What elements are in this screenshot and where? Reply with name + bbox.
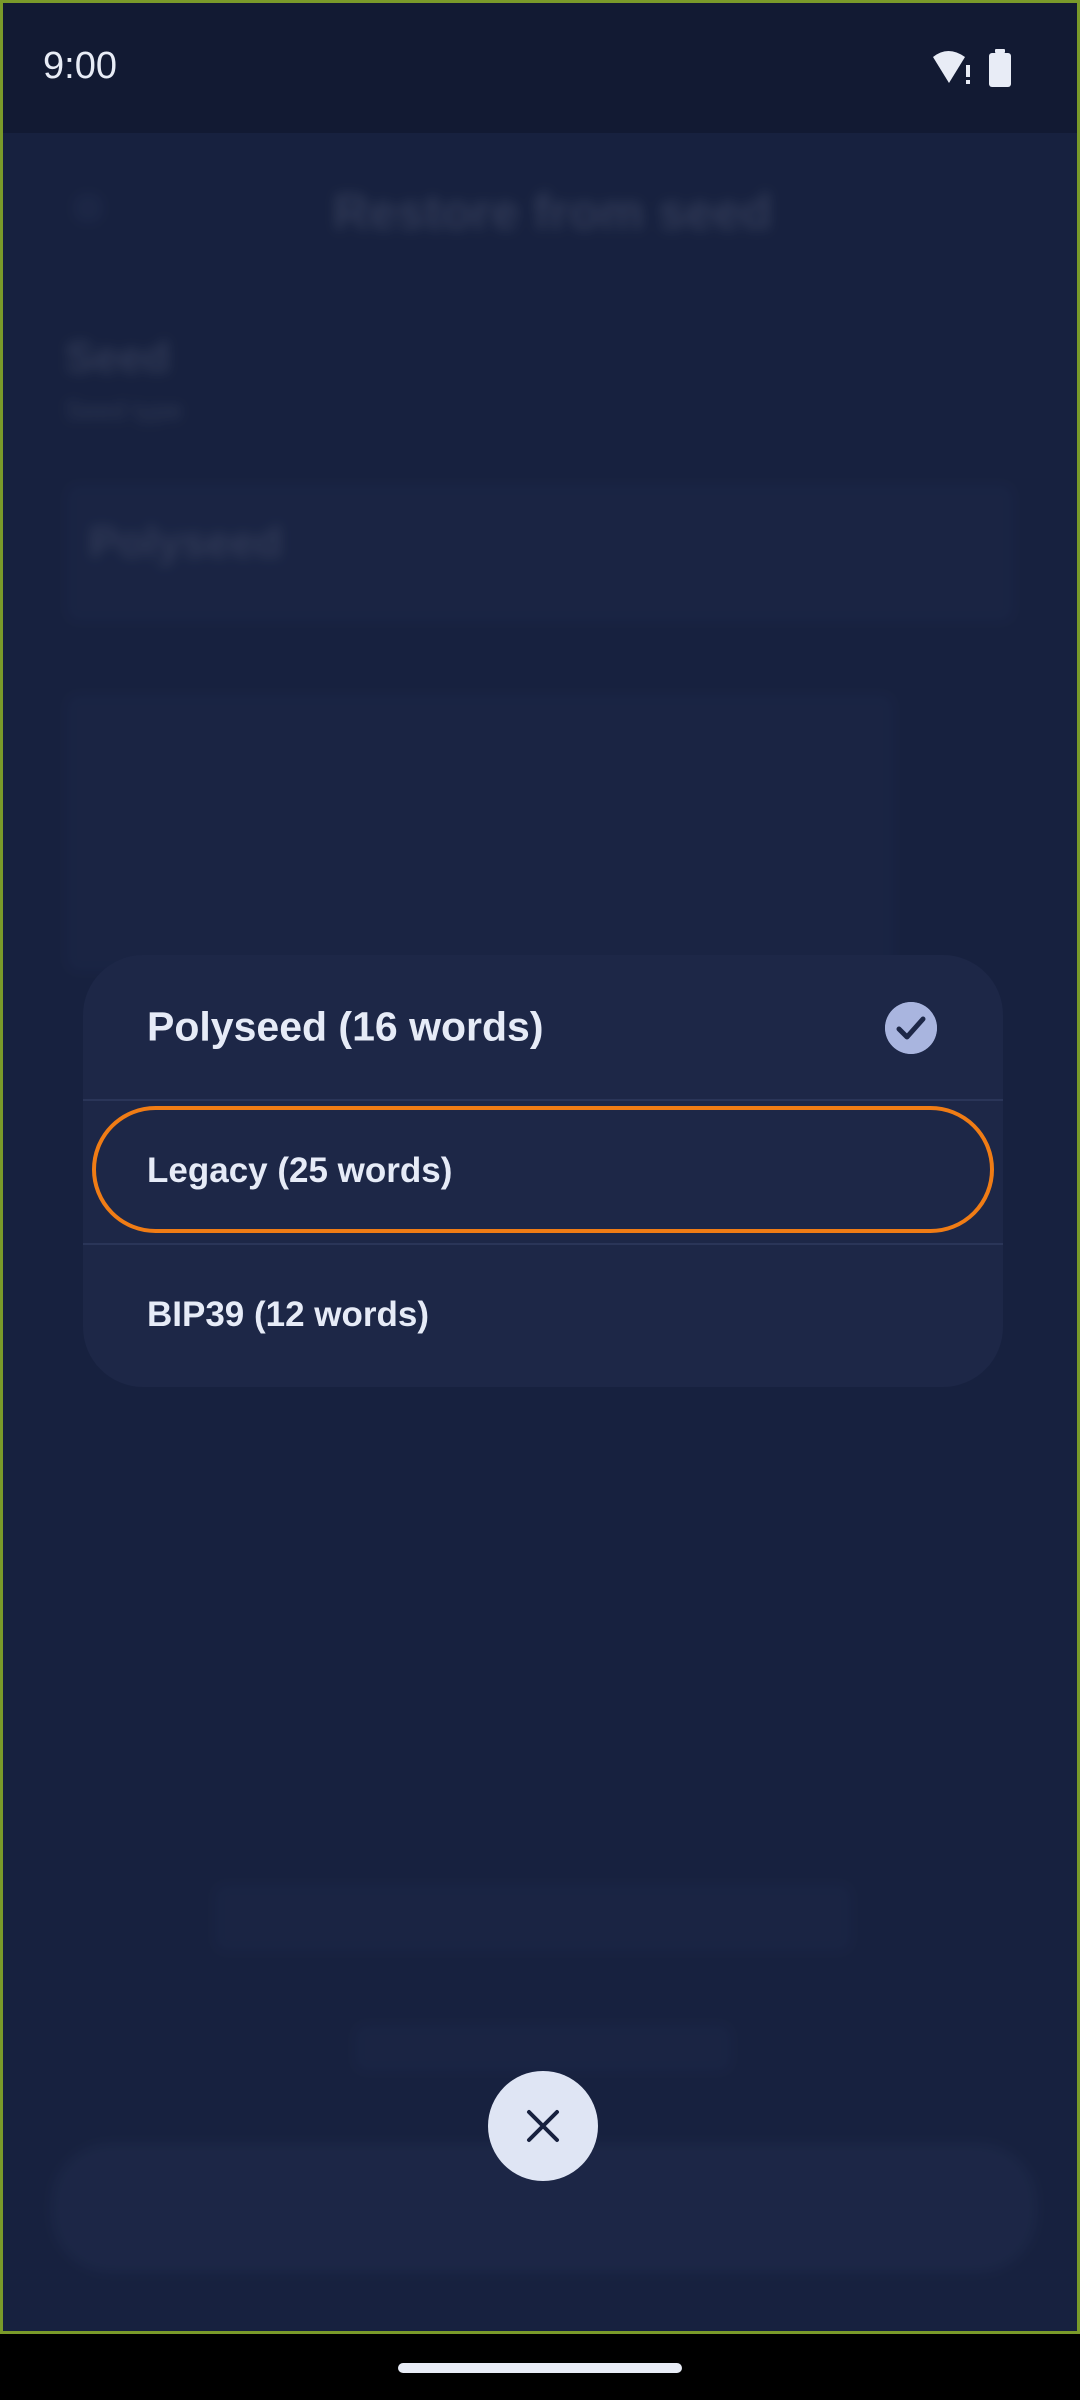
app-screen: 9:00 Restore from seed Seed Seed type Po…	[0, 0, 1080, 2334]
option-label: Legacy (25 words)	[147, 1151, 453, 1190]
close-icon	[527, 2110, 559, 2142]
option-label: Polyseed (16 words)	[147, 1003, 544, 1050]
gesture-nav-handle[interactable]	[398, 2363, 682, 2373]
option-legacy[interactable]: Legacy (25 words)	[83, 1099, 1003, 1243]
status-bar: 9:00	[3, 3, 1077, 133]
battery-icon	[989, 49, 1011, 87]
status-time: 9:00	[43, 45, 117, 87]
option-label: BIP39 (12 words)	[147, 1295, 430, 1334]
option-bip39[interactable]: BIP39 (12 words)	[83, 1243, 1003, 1387]
check-circle-icon	[885, 1002, 937, 1054]
close-button[interactable]	[488, 2071, 598, 2181]
option-polyseed[interactable]: Polyseed (16 words)	[83, 955, 1003, 1099]
seed-type-sheet: Polyseed (16 words) Legacy (25 words) BI…	[83, 955, 1003, 1387]
wifi-alert-icon	[933, 51, 970, 84]
